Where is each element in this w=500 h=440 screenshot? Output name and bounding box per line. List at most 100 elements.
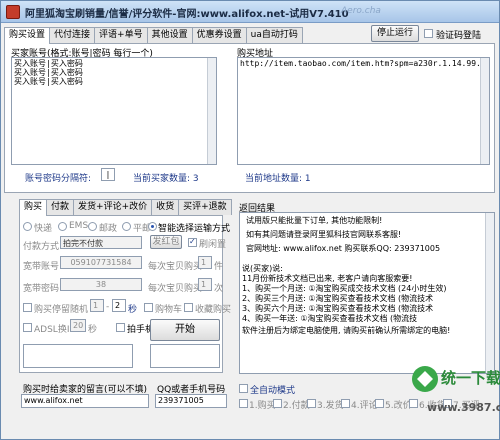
stay-random-checkbox[interactable] (23, 303, 32, 312)
radio-express-label: 快递 (34, 224, 53, 234)
radio-surface[interactable] (122, 222, 131, 231)
url-count: 当前地址数量: 1 (245, 174, 311, 184)
title-bar[interactable]: 阿里狐淘宝刷销量/信誉/评分软件-官网:www.alifox.net-试用V7.… (1, 1, 499, 23)
url-line: http://item.taobao.com/item.htm?spm=a230… (240, 59, 490, 68)
adsl-label: ADSL换IP (34, 325, 75, 335)
tab-proxy-pay[interactable]: 代付连接 (49, 27, 96, 43)
qq-input[interactable]: 239371005 (155, 394, 227, 408)
stay-from-input[interactable]: 1 (90, 299, 104, 312)
bb-account-input[interactable]: 05910773158​4 (60, 256, 142, 269)
main-window: 阿里狐淘宝刷销量/信誉/评分软件-官网:www.alifox.net-试用V7.… (0, 0, 500, 440)
tab-coupon-settings[interactable]: 优惠券设置 (191, 27, 247, 43)
stay-random-label: 购买停留随机 (34, 305, 89, 315)
window-title: 阿里狐淘宝刷销量/信誉/评分软件-官网:www.alifox.net-试用V7.… (25, 9, 349, 20)
cart-label: 购物车 (155, 305, 183, 315)
tab-buyer-review[interactable]: 买评+退款 (178, 199, 232, 215)
radio-smart-shipping[interactable] (148, 222, 157, 231)
bb-password-input[interactable]: 38 (60, 278, 142, 291)
title-watermark: Aero.cha (341, 6, 381, 16)
separator-input[interactable]: | (101, 168, 115, 181)
start-button[interactable]: 开始 (150, 319, 220, 341)
tab-purchase-settings[interactable]: 购买设置 (4, 27, 51, 44)
bb-account-label: 宽带账号 (23, 262, 60, 272)
stay-unit: 秒 (128, 305, 138, 315)
result-scrollbar[interactable] (485, 213, 494, 373)
rebuy-label: 刷闲置 (199, 240, 227, 250)
red-packet-button[interactable]: 发红包 (150, 235, 182, 249)
site-logo: 统一下载站 www.3987.com (409, 361, 500, 431)
radio-express[interactable] (23, 222, 32, 231)
mode-label: 5.改价 (385, 401, 412, 411)
per-buy-input[interactable]: 1 (198, 256, 212, 269)
tab-buy[interactable]: 购买 (19, 199, 48, 216)
tab-ship-review[interactable]: 发货+评论+改价 (73, 199, 153, 215)
radio-post-label: 邮政 (99, 224, 118, 234)
status-box (23, 344, 133, 368)
tab-receive[interactable]: 收货 (151, 199, 180, 215)
pay-method-label: 付款方式 (23, 242, 60, 252)
buyer-count: 当前买家数量: 3 (133, 174, 199, 184)
tab-ua-captcha[interactable]: ua自动打码 (245, 27, 303, 43)
separator-label: 账号密码分隔符: (25, 174, 92, 184)
accounts-scrollbar[interactable] (207, 58, 216, 164)
each-buy-unit: 次 (214, 284, 224, 294)
radio-ems[interactable] (58, 222, 67, 231)
logo-brand: 统一下载站 (441, 369, 500, 387)
message-input[interactable]: www.alifox.net (21, 394, 149, 408)
adsl-unit: 秒 (88, 325, 98, 335)
result-line: 软件注册后为绑定电脑使用, 请购买前确认所需绑定的电脑! (242, 326, 451, 335)
mode-label: 2.付款 (283, 401, 310, 411)
url-scrollbar[interactable] (480, 58, 489, 164)
mode-label: 3.发货 (317, 401, 344, 411)
verify-login-label: 验证码登陆 (436, 31, 482, 41)
buy-options-panel: 快递 EMS 邮政 平邮 智能选择运输方式 付款方式 拍完不付款 发红包 刷闲置… (19, 215, 231, 373)
app-icon (6, 5, 20, 19)
fav-label: 收藏购买 (195, 305, 232, 315)
url-textarea[interactable]: http://item.taobao.com/item.htm?spm=a230… (237, 57, 490, 165)
fav-checkbox[interactable] (184, 303, 193, 312)
mode-label: 1.购买 (249, 401, 276, 411)
tab-pay[interactable]: 付款 (46, 199, 75, 215)
mode-check-price[interactable] (375, 399, 384, 408)
full-auto-label: 全自动模式 (250, 386, 296, 396)
each-buy-label: 每次宝贝购买 (148, 284, 203, 294)
result-line: 官网地址: www.alifox.net 购买联系QQ: 239371005 (246, 244, 441, 253)
rebuy-checkbox[interactable] (188, 237, 197, 247)
per-buy-unit: 件 (214, 262, 224, 272)
account-line: 买入账号|买入密码 (14, 68, 83, 77)
purchase-settings-panel: 买家账号(格式:账号|密码 每行一个) 买入账号|买入密码 买入账号|买入密码 买入… (4, 43, 495, 193)
accounts-textarea[interactable]: 买入账号|买入密码 买入账号|买入密码 买入账号|买入密码 (11, 57, 217, 165)
mobile-order-checkbox[interactable] (116, 323, 125, 332)
account-line: 买入账号|买入密码 (14, 77, 83, 86)
adsl-checkbox[interactable] (23, 323, 32, 332)
mode-label: 4.评论 (351, 401, 378, 411)
progress-box (150, 344, 220, 368)
stop-button[interactable]: 停止运行 (371, 25, 419, 42)
radio-smart-label: 智能选择运输方式 (158, 224, 231, 234)
per-buy-label: 每次宝贝购买 (148, 262, 203, 272)
full-auto-checkbox[interactable] (239, 384, 248, 393)
each-buy-input[interactable]: 1 (198, 278, 212, 291)
logo-site: www.3987.com (427, 401, 500, 414)
top-tabs: 购买设置 代付连接 评语+单号 其他设置 优惠券设置 ua自动打码 (4, 27, 303, 44)
stay-dash: - (106, 302, 110, 312)
tab-other-settings[interactable]: 其他设置 (146, 27, 193, 43)
mode-check-ship[interactable] (307, 399, 316, 408)
mode-check-pay[interactable] (273, 399, 282, 408)
result-line: 试用版只能批量下订单, 其他功能限制! (246, 216, 383, 225)
result-line: 4、购买一年送: ①淘宝购买查看技术文档 (物流技 (242, 314, 418, 323)
stay-to-input[interactable]: 2 (112, 299, 126, 312)
cart-checkbox[interactable] (144, 303, 153, 312)
result-line: 如有其问题请登录阿里狐科技官网联系客服! (246, 230, 402, 239)
radio-post[interactable] (88, 222, 97, 231)
mode-check-review[interactable] (341, 399, 350, 408)
tab-reviews[interactable]: 评语+单号 (94, 27, 148, 43)
verify-login-checkbox[interactable] (424, 29, 433, 38)
adsl-seconds-input[interactable]: 20 (70, 319, 86, 332)
result-log[interactable]: 试用版只能批量下订单, 其他功能限制! 如有其问题请登录阿里狐科技官网联系客服!… (239, 212, 495, 374)
bottom-tabs: 购买 付款 发货+评论+改价 收货 买评+退款 (19, 199, 232, 216)
account-line: 买入账号|买入密码 (14, 59, 83, 68)
mode-check-buy[interactable] (239, 399, 248, 408)
bb-password-label: 宽带密码 (23, 284, 60, 294)
pay-method-select[interactable]: 拍完不付款 (60, 236, 142, 249)
